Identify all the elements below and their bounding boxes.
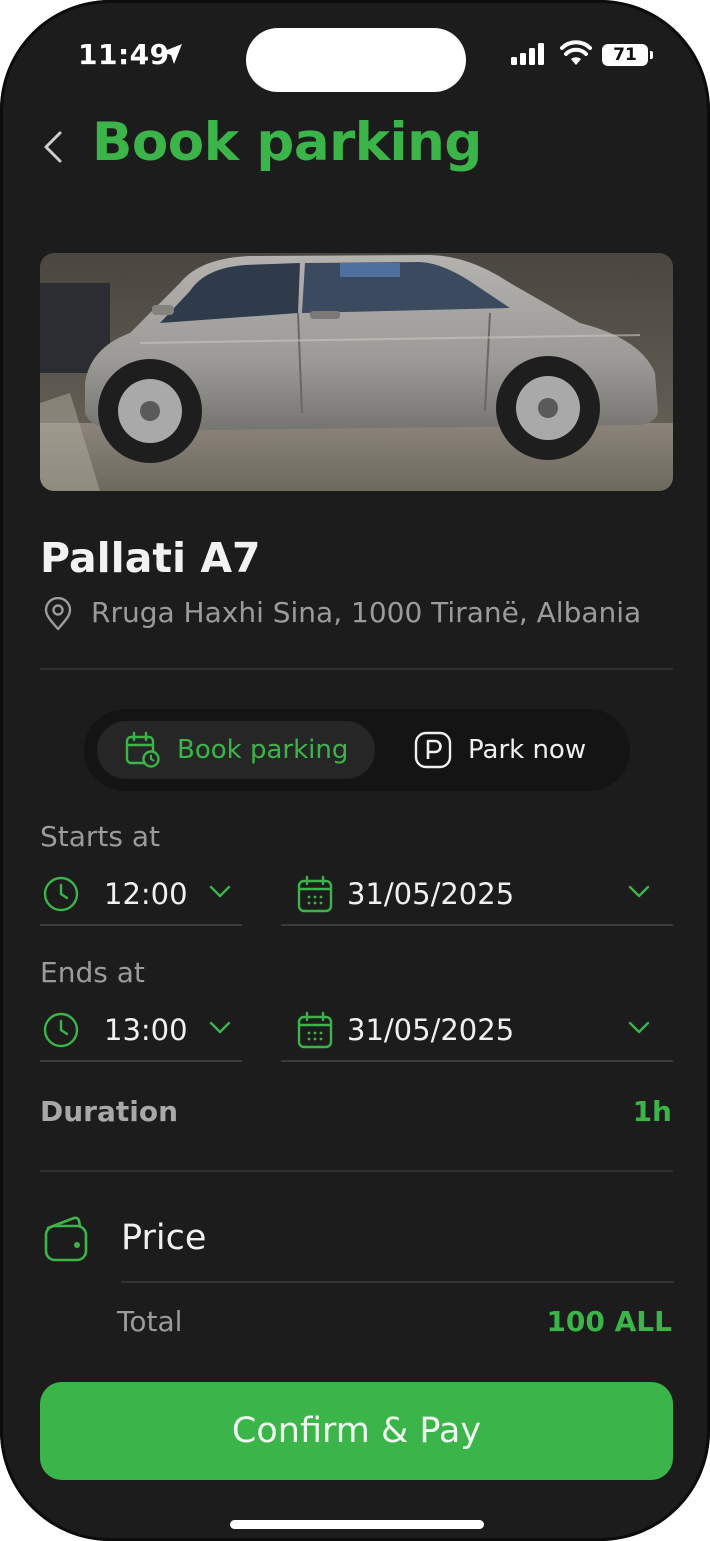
chevron-down-icon: [209, 885, 231, 898]
end-date-value: 31/05/2025: [347, 1013, 515, 1047]
book-parking-option-label: Book parking: [177, 735, 349, 765]
calendar-icon: [297, 875, 333, 913]
end-time-select[interactable]: 13:00: [40, 1000, 242, 1062]
calendar-icon: [297, 1011, 333, 1049]
start-date-value: 31/05/2025: [347, 877, 515, 911]
parking-p-icon: [414, 731, 452, 769]
clock-icon: [43, 876, 79, 912]
divider: [40, 1170, 673, 1172]
venue-address: Rruga Haxhi Sina, 1000 Tiranë, Albania: [91, 596, 642, 629]
battery-indicator: 71: [602, 44, 648, 66]
cellular-signal-icon: [511, 43, 544, 65]
total-label: Total: [117, 1305, 183, 1338]
chevron-down-icon: [628, 1021, 650, 1034]
park-now-option-label: Park now: [468, 735, 587, 765]
phone-screen: 11:49 71 Book parking Pallati A7 Rruga H…: [0, 0, 710, 1541]
end-date-select[interactable]: 31/05/2025: [281, 1000, 673, 1062]
start-time-value: 12:00: [104, 877, 188, 911]
price-title: Price: [121, 1218, 207, 1258]
location-pin-icon: [44, 597, 72, 631]
chevron-down-icon: [209, 1021, 231, 1034]
calendar-clock-icon: [125, 731, 160, 768]
park-now-option[interactable]: Park now: [394, 721, 616, 779]
duration-value: 1h: [632, 1095, 672, 1128]
location-arrow-icon: [162, 44, 182, 64]
dynamic-island: [246, 28, 466, 92]
status-time: 11:49: [78, 38, 170, 71]
total-value: 100 ALL: [546, 1305, 672, 1338]
wallet-icon: [44, 1216, 88, 1262]
book-parking-option[interactable]: Book parking: [97, 721, 375, 779]
starts-at-label: Starts at: [40, 820, 161, 853]
duration-label: Duration: [40, 1095, 179, 1128]
back-chevron-icon[interactable]: [38, 125, 72, 169]
clock-icon: [43, 1012, 79, 1048]
battery-nub: [650, 51, 653, 59]
parking-photo: [40, 253, 673, 491]
booking-mode-toggle: Book parking Park now: [84, 709, 630, 791]
ends-at-label: Ends at: [40, 956, 145, 989]
confirm-pay-button[interactable]: Confirm & Pay: [40, 1382, 673, 1480]
venue-name: Pallati A7: [40, 534, 261, 582]
end-time-value: 13:00: [104, 1013, 188, 1047]
wifi-icon: [560, 40, 592, 65]
start-date-select[interactable]: 31/05/2025: [281, 864, 673, 926]
status-bar: 11:49 71: [0, 0, 710, 110]
start-time-select[interactable]: 12:00: [40, 864, 242, 926]
divider: [40, 668, 673, 670]
chevron-down-icon: [628, 885, 650, 898]
page-title: Book parking: [92, 112, 482, 173]
home-indicator: [230, 1520, 484, 1529]
price-divider: [121, 1281, 674, 1283]
